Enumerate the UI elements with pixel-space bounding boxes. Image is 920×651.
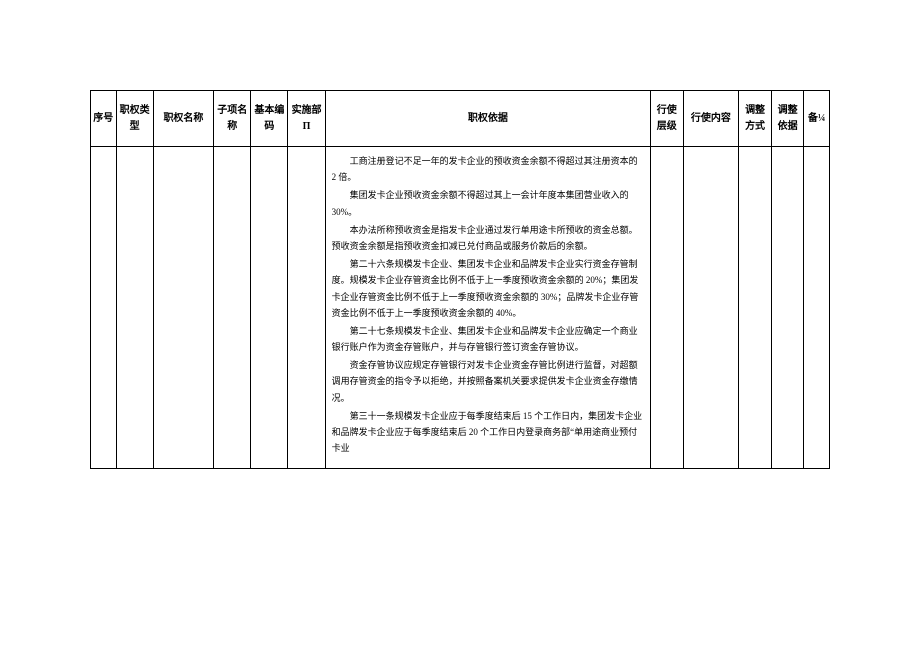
cell-adjm [739, 147, 772, 469]
col-rem-header: 备¼ [804, 91, 830, 147]
col-name-header: 职权名称 [153, 91, 213, 147]
basis-para: 第二十六条规模发卡企业、集团发卡企业和品牌发卡企业实行资金存管制度。规模发卡企业… [332, 256, 644, 321]
table-header: 序号 职权类型 职权名称 子项名称 基本编码 实施部 Π 职权依据 行使层级 行… [91, 91, 830, 147]
col-code-header: 基本编码 [251, 91, 288, 147]
col-type-header: 职权类型 [116, 91, 153, 147]
col-level-header: 行使层级 [651, 91, 684, 147]
cell-adjb [771, 147, 804, 469]
col-adjb-header: 调整依据 [771, 91, 804, 147]
basis-para: 第三十一条规模发卡企业应于每季度结束后 15 个工作日内，集团发卡企业和品牌发卡… [332, 408, 644, 457]
basis-para: 工商注册登记不足一年的发卡企业的预收资金余额不得超过其注册资本的 2 倍。 [332, 153, 644, 185]
authority-table: 序号 职权类型 职权名称 子项名称 基本编码 实施部 Π 职权依据 行使层级 行… [90, 90, 830, 469]
basis-para: 集团发卡企业预收资金余额不得超过其上一会计年度本集团营业收入的 30%。 [332, 187, 644, 219]
col-adjm-header: 调整方式 [739, 91, 772, 147]
header-row: 序号 职权类型 职权名称 子项名称 基本编码 实施部 Π 职权依据 行使层级 行… [91, 91, 830, 147]
cell-dept [288, 147, 325, 469]
col-dept-header: 实施部 Π [288, 91, 325, 147]
cell-code [251, 147, 288, 469]
cell-seq [91, 147, 117, 469]
col-basis-header: 职权依据 [325, 91, 650, 147]
cell-basis: 工商注册登记不足一年的发卡企业的预收资金余额不得超过其注册资本的 2 倍。 集团… [325, 147, 650, 469]
table-row: 工商注册登记不足一年的发卡企业的预收资金余额不得超过其注册资本的 2 倍。 集团… [91, 147, 830, 469]
basis-para: 第二十七条规模发卡企业、集团发卡企业和品牌发卡企业应确定一个商业银行账户作为资金… [332, 323, 644, 355]
basis-para: 资金存管协议应规定存管银行对发卡企业资金存管比例进行监督，对超额调用存管资金的指… [332, 357, 644, 406]
cell-sub [214, 147, 251, 469]
col-seq-header: 序号 [91, 91, 117, 147]
cell-name [153, 147, 213, 469]
col-sub-header: 子项名称 [214, 91, 251, 147]
cell-type [116, 147, 153, 469]
basis-para: 本办法所称预收资金是指发卡企业通过发行单用途卡所预收的资金总额。预收资金余额是指… [332, 222, 644, 254]
cell-rem [804, 147, 830, 469]
cell-exec [683, 147, 739, 469]
col-exec-header: 行使内容 [683, 91, 739, 147]
cell-level [651, 147, 684, 469]
